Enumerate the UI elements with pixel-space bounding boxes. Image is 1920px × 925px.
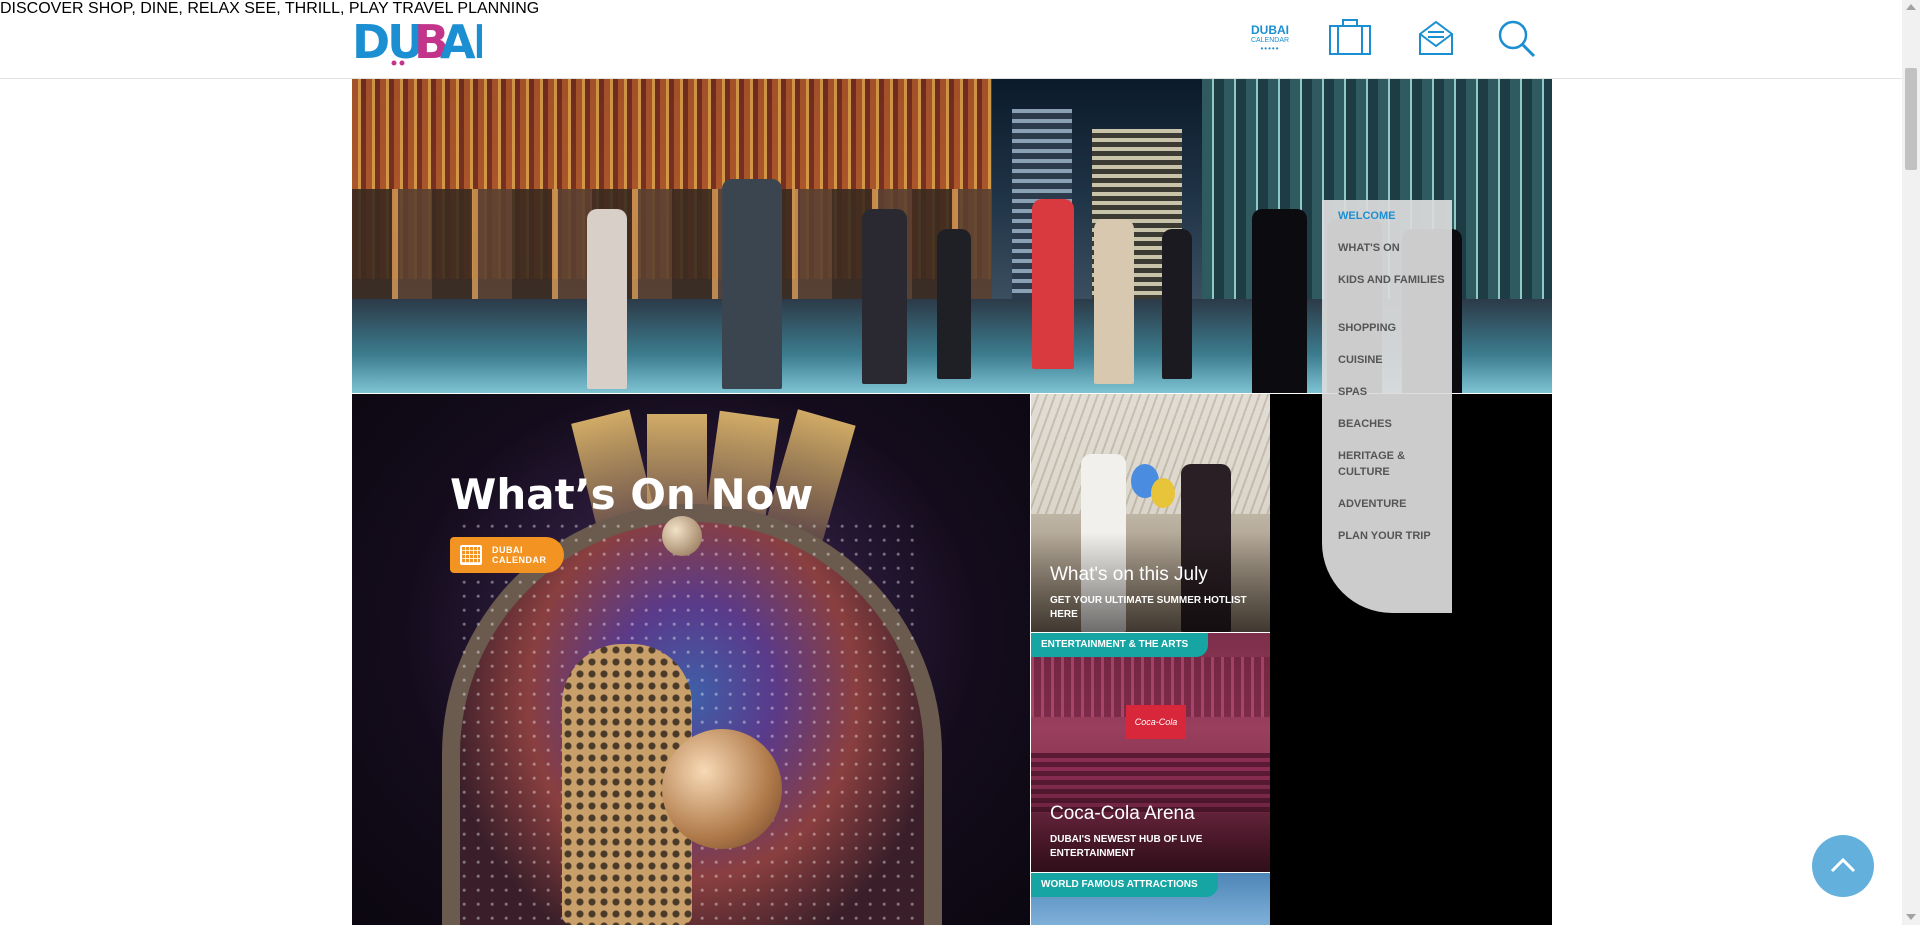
anchor-plan-your-trip[interactable]: PLAN YOUR TRIP	[1338, 528, 1446, 544]
hero-person	[1252, 209, 1307, 393]
section-anchor-menu: WELCOME WHAT'S ON KIDS AND FAMILIES SHOP…	[1322, 200, 1452, 613]
hero-person	[722, 179, 782, 389]
scroll-down-arrow-icon[interactable]	[1906, 914, 1916, 920]
dubai-calendar-link[interactable]: DUBAI CALENDAR •••••	[1248, 24, 1292, 53]
whats-on-title: What’s On Now	[450, 470, 814, 519]
badge-line-2: CALENDAR	[492, 555, 547, 565]
dubai-calendar-badge[interactable]: DUBAI CALENDAR	[450, 537, 564, 573]
large-planet-orb	[662, 729, 782, 849]
search-icon[interactable]	[1496, 18, 1540, 58]
calendar-dots-icon: •••••	[1260, 44, 1280, 53]
suitcase-icon[interactable]	[1328, 18, 1372, 58]
svg-text:AI: AI	[440, 15, 482, 66]
site-header: DU B AI DISCOVER SHOP, DINE, RELAX SEE, …	[0, 0, 1902, 79]
hero-person	[862, 209, 907, 384]
anchor-spas[interactable]: SPAS	[1338, 384, 1446, 400]
hero-person	[937, 229, 971, 379]
category-tag[interactable]: WORLD FAMOUS ATTRACTIONS	[1031, 873, 1218, 897]
badge-line-1: DUBAI	[492, 545, 523, 555]
card-world-famous-attractions[interactable]: WORLD FAMOUS ATTRACTIONS	[1031, 873, 1270, 925]
hero-person	[1162, 229, 1192, 379]
scroll-up-arrow-icon[interactable]	[1906, 4, 1916, 10]
hero-person	[1032, 199, 1074, 369]
hero-person	[1094, 219, 1134, 384]
anchor-heritage-culture[interactable]: HERITAGE & CULTURE	[1338, 448, 1446, 480]
balloon	[1151, 478, 1175, 508]
chevron-up-icon	[1830, 857, 1856, 873]
card-title: What's on this July	[1050, 564, 1208, 585]
card-whats-on-july[interactable]: What's on this July GET YOUR ULTIMATE SU…	[1031, 394, 1270, 632]
nav-discover[interactable]: DISCOVER	[0, 0, 84, 17]
back-to-top-button[interactable]	[1812, 835, 1874, 897]
anchor-kids-and-families[interactable]: KIDS AND FAMILIES	[1338, 272, 1446, 288]
card-subtitle: DUBAI'S NEWEST HUB OF LIVE ENTERTAINMENT	[1050, 834, 1203, 859]
category-tag[interactable]: ENTERTAINMENT & THE ARTS	[1031, 633, 1209, 657]
small-moon-orb	[662, 516, 702, 556]
arena-screen: Coca-Cola arena	[1126, 705, 1186, 761]
hero-person	[587, 209, 627, 389]
whats-on-now-panel[interactable]: What’s On Now DUBAI CALENDAR	[352, 394, 1030, 925]
card-title: Coca-Cola Arena	[1050, 803, 1195, 824]
card-subtitle: GET YOUR ULTIMATE SUMMER HOTLIST HERE	[1050, 595, 1247, 620]
anchor-beaches[interactable]: BEACHES	[1338, 416, 1446, 432]
dubai-logo[interactable]: DU B AI	[352, 14, 490, 69]
calendar-icon	[460, 545, 482, 565]
anchor-shopping[interactable]: SHOPPING	[1338, 320, 1446, 336]
svg-text:DU: DU	[352, 15, 422, 66]
card-coca-cola-arena[interactable]: Coca-Cola arena ENTERTAINMENT & THE ARTS…	[1031, 633, 1270, 872]
newsletter-icon[interactable]	[1414, 18, 1458, 58]
nav-shop-dine-relax[interactable]: SHOP, DINE, RELAX	[88, 0, 240, 17]
anchor-whats-on[interactable]: WHAT'S ON	[1338, 240, 1446, 256]
calendar-link-title: DUBAI	[1251, 23, 1289, 37]
anchor-welcome[interactable]: WELCOME	[1338, 208, 1446, 224]
anchor-adventure[interactable]: ADVENTURE	[1338, 496, 1446, 512]
scrollbar-thumb[interactable]	[1905, 68, 1917, 170]
anchor-cuisine[interactable]: CUISINE	[1338, 352, 1446, 368]
